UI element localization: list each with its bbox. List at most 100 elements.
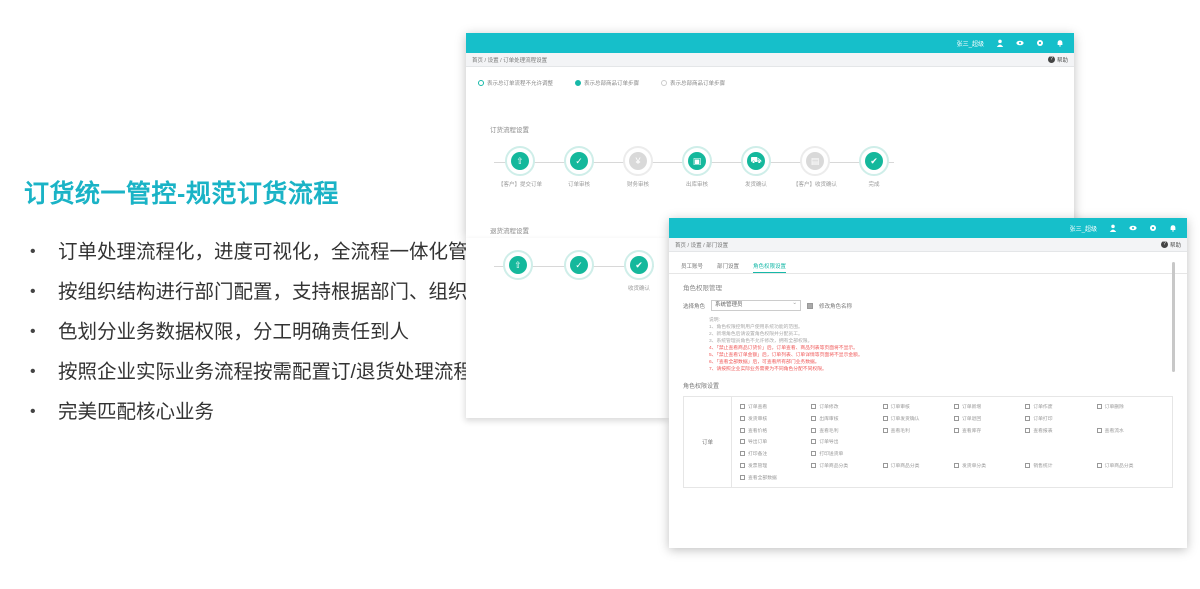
permission-item[interactable]: 发货单分类: [954, 461, 1021, 470]
flow-step[interactable]: ⛟ 发货确认: [726, 146, 786, 188]
permission-checkbox[interactable]: [740, 475, 745, 481]
permission-item[interactable]: 出库审核: [811, 414, 878, 423]
permission-checkbox[interactable]: [954, 415, 959, 421]
step-label: 收货确认: [627, 286, 650, 292]
permission-item[interactable]: 订单修改: [811, 402, 878, 411]
user-icon[interactable]: [996, 39, 1004, 47]
permission-item[interactable]: 订单发货确认: [882, 414, 950, 423]
note-line: 3、系统管理员角色不允许修改，拥有全部权限。: [709, 339, 813, 344]
permission-item[interactable]: 销售统计: [1025, 461, 1092, 470]
flow-step[interactable]: ⇧ 【客户】提交订单: [490, 146, 550, 188]
permission-item[interactable]: 订单审核: [882, 402, 950, 411]
permission-checkbox[interactable]: [954, 463, 959, 469]
permission-checkbox[interactable]: [882, 463, 888, 469]
user-icon[interactable]: [1109, 224, 1117, 232]
eye-icon[interactable]: [1129, 224, 1137, 232]
shield-icon: ✓: [570, 152, 588, 170]
permission-item: [811, 473, 878, 482]
permission-item[interactable]: 订单商品分类: [882, 461, 950, 470]
permission-checkbox[interactable]: [811, 427, 817, 433]
permission-item[interactable]: 查看全部数据: [740, 473, 807, 482]
user-name[interactable]: 张三_超级: [1070, 224, 1097, 233]
help-link[interactable]: ? 帮助: [1047, 56, 1068, 64]
permission-item[interactable]: 订单查看: [740, 402, 807, 411]
permission-checkbox[interactable]: [811, 451, 817, 457]
permission-checkbox[interactable]: [1025, 415, 1031, 421]
tab-role-permission[interactable]: 角色权限设置: [753, 262, 787, 273]
permission-checkbox[interactable]: [740, 403, 745, 409]
user-name[interactable]: 张三_超级: [957, 39, 984, 48]
permission-item[interactable]: 查看库存: [954, 426, 1021, 435]
breadcrumb[interactable]: 首页 / 设置 / 部门设置: [675, 241, 728, 249]
permission-checkbox[interactable]: [882, 415, 888, 421]
permission-item[interactable]: 订单新增: [954, 402, 1021, 411]
permission-item[interactable]: 订单导出: [811, 438, 878, 447]
permission-checkbox[interactable]: [882, 427, 888, 433]
permission-checkbox[interactable]: [740, 439, 745, 445]
permission-table: 订单 订单查看 订单修改 订单审核 订单新增 订单作废 订单删除 发货审核 出库审核 订单发货确…: [683, 396, 1173, 488]
permission-checkbox[interactable]: [954, 403, 959, 409]
scrollbar[interactable]: [1172, 262, 1175, 372]
permission-item: [883, 473, 950, 482]
flow-step[interactable]: ✓ 订单审核: [549, 146, 609, 188]
eye-icon[interactable]: [1016, 39, 1024, 47]
permission-item[interactable]: 导出订单: [740, 438, 807, 447]
permission-checkbox[interactable]: [1096, 403, 1102, 409]
role-permission-screenshot: 张三_超级 首页 / 设置 / 部门设置 ? 帮助 员工账号 部门设置 角色权限设…: [669, 218, 1187, 548]
permission-item[interactable]: 打印送货单: [811, 449, 878, 458]
radio-option[interactable]: 表示总部商品订单步骤: [661, 79, 725, 87]
permission-item[interactable]: 查看价格: [740, 426, 807, 435]
permission-item[interactable]: 订单退回: [954, 414, 1021, 423]
permission-checkbox[interactable]: [740, 463, 745, 469]
permission-checkbox[interactable]: [1025, 463, 1031, 469]
permission-item[interactable]: 订单商品分类: [1096, 461, 1164, 470]
permission-checkbox[interactable]: [811, 403, 817, 409]
flow-step[interactable]: ✔ 收货确认: [609, 250, 669, 292]
role-select-row: 选择角色 系统管理员 修改角色名称: [683, 299, 1173, 311]
radio-option[interactable]: 表示总部商品订单步骤: [575, 79, 639, 87]
permission-checkbox[interactable]: [1025, 427, 1031, 433]
permission-item[interactable]: 订单打印: [1025, 414, 1092, 423]
help-link[interactable]: ? 帮助: [1160, 241, 1181, 249]
permission-checkbox[interactable]: [882, 403, 888, 409]
flow-step[interactable]: ▤ 【客户】收货确认: [785, 146, 845, 188]
tab-employee-account[interactable]: 员工账号: [681, 262, 703, 273]
permission-item[interactable]: 查看流水: [1096, 426, 1164, 435]
permission-label: 查看毛利: [819, 428, 839, 434]
tab-department[interactable]: 部门设置: [717, 262, 739, 273]
flow-step[interactable]: ▣ 出库审核: [667, 146, 727, 188]
permission-item[interactable]: 查看毛利: [882, 426, 950, 435]
permission-checkbox[interactable]: [811, 439, 817, 445]
permission-item[interactable]: 查看毛利: [811, 426, 878, 435]
permission-checkbox[interactable]: [1096, 427, 1102, 433]
role-select[interactable]: 系统管理员: [711, 299, 802, 311]
permission-checkbox[interactable]: [954, 427, 959, 433]
permission-item[interactable]: 订单商品分类: [811, 461, 878, 470]
bell-icon[interactable]: [1169, 224, 1177, 232]
flow-step[interactable]: ⇧: [488, 250, 548, 284]
flow-step[interactable]: ✓: [549, 250, 609, 284]
permission-checkbox[interactable]: [1096, 463, 1102, 469]
permission-item[interactable]: 打印备注: [740, 449, 807, 458]
permission-checkbox[interactable]: [740, 427, 745, 433]
permission-checkbox[interactable]: [740, 451, 745, 457]
rename-role-checkbox[interactable]: [807, 302, 814, 309]
permission-checkbox[interactable]: [811, 415, 817, 421]
bell-icon[interactable]: [1056, 39, 1064, 47]
breadcrumb[interactable]: 首页 / 设置 / 订单处理流程设置: [472, 56, 547, 64]
flow-step[interactable]: ¥ 财务审核: [608, 146, 668, 188]
permission-checkbox[interactable]: [1025, 403, 1031, 409]
role-section-title: 角色权限管理: [683, 285, 722, 292]
permission-item[interactable]: 订单作废: [1025, 402, 1092, 411]
permission-item[interactable]: 订单删除: [1096, 402, 1164, 411]
permission-checkbox[interactable]: [811, 463, 817, 469]
gear-icon[interactable]: [1036, 39, 1044, 47]
permission-label: 订单商品分类: [890, 464, 920, 470]
permission-checkbox[interactable]: [740, 415, 745, 421]
permission-item[interactable]: 发货审核: [740, 414, 807, 423]
permission-item[interactable]: 发票管理: [740, 461, 807, 470]
gear-icon[interactable]: [1149, 224, 1157, 232]
flow-step[interactable]: ✔ 完成: [844, 146, 904, 188]
permission-item[interactable]: 查看报表: [1025, 426, 1092, 435]
radio-option[interactable]: 表示总订单流程不允许调整: [478, 79, 553, 87]
